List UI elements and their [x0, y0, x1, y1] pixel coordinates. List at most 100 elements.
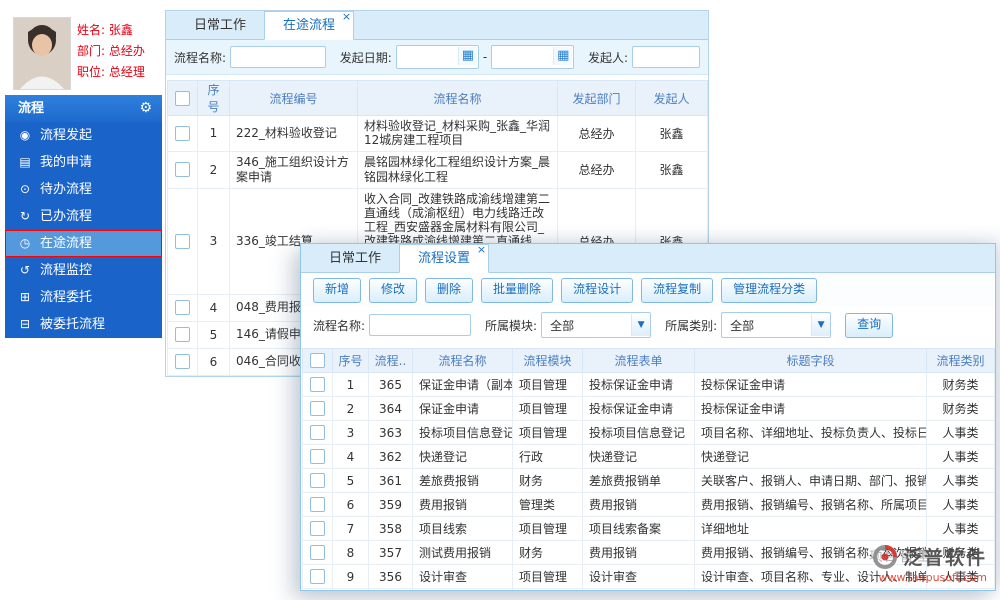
row-checkbox[interactable] — [175, 327, 190, 343]
category-select[interactable]: 全部 ▼ — [721, 312, 832, 338]
row-checkbox[interactable] — [310, 473, 325, 488]
clock-icon: ◷ — [19, 236, 31, 250]
table-row[interactable]: 2 364 保证金申请 项目管理 投标保证金申请 投标保证金申请 财务类 — [302, 396, 995, 421]
manage-flow-category-button[interactable]: 管理流程分类 — [721, 277, 818, 303]
batch-delete-button[interactable]: 批量删除 — [481, 277, 554, 303]
filter-bar: 流程名称: 所属模块: 全部 ▼ 所属类别: 全部 ▼ 查询 — [301, 307, 995, 343]
cell-category: 人事类 — [926, 516, 995, 541]
cell-no: 7 — [332, 516, 369, 541]
sidebar-item-flow-delegate[interactable]: ⊞ 流程委托 — [5, 284, 162, 311]
tab-daily-work[interactable]: 日常工作 — [176, 12, 264, 39]
cell-form: 设计进度汇报 — [582, 587, 695, 590]
module-select[interactable]: 全部 ▼ — [541, 312, 652, 338]
row-checkbox[interactable] — [310, 377, 325, 392]
table-row[interactable]: 1 365 保证金申请（副本） 项目管理 投标保证金申请 投标保证金申请 财务类 — [302, 372, 995, 397]
cell-no: 2 — [332, 396, 369, 421]
cell-category: 财务类 — [926, 372, 995, 397]
tab-in-transit[interactable]: 在途流程 × — [264, 11, 355, 40]
sidebar-item-delegated-flows[interactable]: ⊟ 被委托流程 — [5, 311, 162, 338]
profile-name: 姓名: 张鑫 — [77, 23, 133, 37]
table-row[interactable]: 5 361 差旅费报销 财务 差旅费报销单 关联客户、报销人、申请日期、部门、报… — [302, 468, 995, 493]
calendar-icon[interactable]: ▦ — [457, 47, 477, 65]
cell-name: 快递登记 — [412, 444, 513, 469]
calendar-icon[interactable]: ▦ — [553, 47, 573, 65]
flow-name-input[interactable] — [230, 46, 327, 68]
row-checkbox[interactable] — [310, 545, 325, 560]
vendor-name: 泛普软件 — [902, 547, 987, 569]
cell-module: 项目管理 — [512, 396, 583, 421]
table-row[interactable]: 4 362 快递登记 行政 快递登记 快递登记 人事类 — [302, 444, 995, 469]
cell-flow-id: 363 — [368, 420, 413, 445]
row-checkbox[interactable] — [175, 354, 190, 370]
cell-module: 项目管理 — [512, 587, 583, 590]
cell-form: 快递登记 — [582, 444, 695, 469]
start-date-from-input[interactable]: ▦ — [395, 45, 479, 69]
table-row[interactable]: 7 358 项目线索 项目管理 项目线索备案 详细地址 人事类 — [302, 516, 995, 541]
col-flow-id: 流程.. — [368, 348, 413, 373]
cell-form: 项目线索备案 — [582, 516, 695, 541]
sidebar-item-todo-flows[interactable]: ⊙ 待办流程 — [5, 176, 162, 203]
row-checkbox[interactable] — [310, 449, 325, 464]
flow-design-button[interactable]: 流程设计 — [561, 277, 634, 303]
close-icon[interactable]: × — [342, 11, 351, 22]
select-all-checkbox[interactable] — [310, 353, 325, 368]
row-checkbox[interactable] — [310, 401, 325, 416]
cell-flow-id: 364 — [368, 396, 413, 421]
tab-daily-work[interactable]: 日常工作 — [311, 245, 399, 272]
row-checkbox[interactable] — [310, 521, 325, 536]
sidebar-item-flow-monitor[interactable]: ↺ 流程监控 — [5, 257, 162, 284]
cell-title-field: 投标保证金申请 — [694, 372, 927, 397]
row-checkbox[interactable] — [310, 425, 325, 440]
tab-flow-settings[interactable]: 流程设置 × — [399, 244, 490, 273]
close-icon[interactable]: × — [477, 244, 486, 255]
cell-module: 管理类 — [512, 492, 583, 517]
col-no: 序号 — [332, 348, 369, 373]
sidebar-item-flow-initiate[interactable]: ◉ 流程发起 — [5, 122, 162, 149]
sidebar-item-in-transit-flows[interactable]: ◷ 在途流程 — [5, 230, 162, 257]
start-date-to-input[interactable]: ▦ — [491, 45, 575, 69]
sidebar-menu-header: 流程 ⚙ — [5, 95, 162, 122]
row-checkbox[interactable] — [175, 300, 190, 316]
table-row[interactable]: 2 346_施工组织设计方案申请 晨铭园林绿化工程组织设计方案_晨铭园林绿化工程… — [167, 150, 708, 189]
row-checkbox[interactable] — [175, 233, 190, 249]
refresh-icon: ↻ — [19, 209, 31, 223]
sidebar-item-my-applications[interactable]: ▤ 我的申请 — [5, 149, 162, 176]
cell-name: 材料验收登记_材料采购_张鑫_华润12城房建工程项目 — [357, 115, 558, 152]
broadcast-icon: ◉ — [19, 128, 31, 142]
cell-module: 项目管理 — [512, 420, 583, 445]
row-checkbox[interactable] — [175, 162, 190, 178]
flow-name-input[interactable] — [369, 314, 472, 336]
table-row[interactable]: 3 363 投标项目信息登记 项目管理 投标项目信息登记 项目名称、详细地址、投… — [302, 420, 995, 445]
search-button[interactable]: 查询 — [845, 312, 894, 338]
delete-button[interactable]: 删除 — [425, 277, 474, 303]
cell-form: 投标保证金申请 — [582, 396, 695, 421]
cell-form: 差旅费报销单 — [582, 468, 695, 493]
select-all-checkbox[interactable] — [175, 90, 190, 106]
col-person: 发起人 — [635, 80, 708, 116]
sidebar-item-done-flows[interactable]: ↻ 已办流程 — [5, 203, 162, 230]
sidebar-item-label: 待办流程 — [40, 182, 93, 197]
fanpu-logo-icon — [872, 544, 897, 569]
cell-name: 设计进度汇报 — [412, 587, 513, 590]
cell-category: 人事类 — [926, 492, 995, 517]
cell-title-field: 投标保证金申请 — [694, 396, 927, 421]
initiator-input[interactable] — [631, 46, 700, 68]
modify-button[interactable]: 修改 — [369, 277, 418, 303]
avatar — [13, 17, 71, 90]
gear-icon[interactable]: ⚙ — [139, 95, 152, 122]
cell-code: 346_施工组织设计方案申请 — [229, 150, 358, 189]
flow-copy-button[interactable]: 流程复制 — [641, 277, 714, 303]
row-checkbox[interactable] — [310, 497, 325, 512]
table-row[interactable]: 6 359 费用报销 管理类 费用报销 费用报销、报销编号、报销名称、所属项目 … — [302, 492, 995, 517]
cell-form: 投标保证金申请 — [582, 372, 695, 397]
tab-bar: 日常工作 流程设置 × — [301, 244, 995, 273]
cell-module: 项目管理 — [512, 372, 583, 397]
row-checkbox[interactable] — [310, 569, 325, 584]
add-button[interactable]: 新增 — [313, 277, 362, 303]
cell-flow-id: 365 — [368, 372, 413, 397]
table-row[interactable]: 1 222_材料验收登记 材料验收登记_材料采购_张鑫_华润12城房建工程项目 … — [167, 115, 708, 152]
table-row[interactable]: 10 355 设计进度汇报 项目管理 设计进度汇报 设计进度汇报、所属项目、任务… — [302, 587, 995, 590]
toolbar: 新增 修改 删除 批量删除 流程设计 流程复制 管理流程分类 — [301, 273, 995, 307]
row-checkbox[interactable] — [175, 125, 190, 141]
alert-icon: ⊙ — [19, 182, 31, 196]
